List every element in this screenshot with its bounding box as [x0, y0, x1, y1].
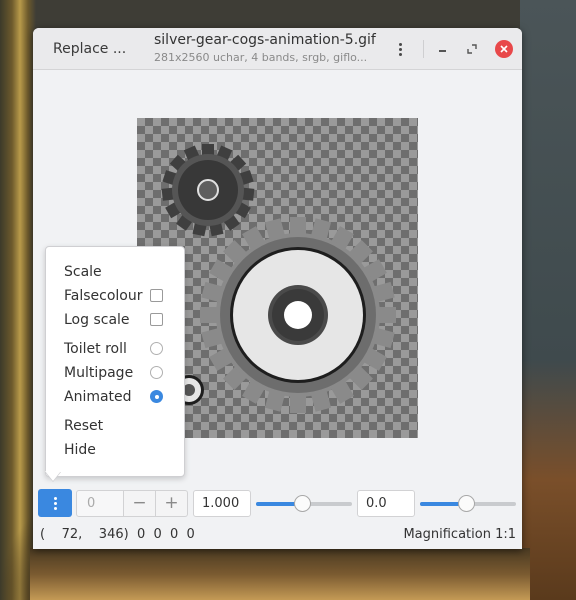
- large-light-gear: [200, 217, 396, 413]
- offset-slider-knob[interactable]: [458, 495, 476, 512]
- replace-button[interactable]: Replace ...: [43, 37, 136, 61]
- page-number-field[interactable]: 0: [76, 490, 124, 517]
- menu-item-hide[interactable]: Hide: [64, 441, 96, 459]
- animated-radio[interactable]: [150, 390, 163, 403]
- minimize-button[interactable]: [433, 40, 451, 58]
- titlebar: Replace ... silver-gear-cogs-animation-5…: [33, 28, 522, 70]
- offset-field[interactable]: 0.0: [357, 490, 415, 517]
- menu-item-toilet-roll[interactable]: Toilet roll: [64, 340, 127, 358]
- close-button[interactable]: [495, 40, 513, 58]
- toilet-roll-radio[interactable]: [150, 342, 163, 355]
- multipage-radio[interactable]: [150, 366, 163, 379]
- menu-item-scale[interactable]: Scale: [64, 263, 102, 281]
- pixel-coordinates-readout: ( 72, 346) 0 0 0 0: [40, 527, 195, 542]
- menu-item-reset[interactable]: Reset: [64, 417, 103, 435]
- scale-slider-knob[interactable]: [294, 495, 312, 512]
- menu-item-animated[interactable]: Animated: [64, 388, 132, 406]
- vertical-dots-icon: [53, 496, 57, 510]
- page-decrement-button[interactable]: −: [124, 490, 156, 517]
- minimize-icon: [438, 50, 446, 52]
- image-viewer-window: Replace ... silver-gear-cogs-animation-5…: [33, 28, 522, 549]
- window-title: silver-gear-cogs-animation-5.gif: [154, 32, 376, 48]
- menu-item-falsecolour[interactable]: Falsecolour: [64, 287, 143, 305]
- offset-slider[interactable]: [420, 490, 516, 517]
- titlebar-separator: [423, 40, 424, 58]
- maximize-icon: [467, 44, 477, 54]
- page-increment-button[interactable]: +: [156, 490, 188, 517]
- close-icon: [500, 45, 508, 53]
- view-menu-button[interactable]: [38, 489, 72, 517]
- menu-item-log-scale[interactable]: Log scale: [64, 311, 130, 329]
- popover-arrow: [45, 471, 61, 481]
- vertical-dots-icon: [398, 42, 402, 56]
- scale-slider[interactable]: [256, 490, 352, 517]
- desktop-background-right: [520, 0, 576, 600]
- magnification-label: Magnification 1:1: [403, 527, 516, 542]
- menu-item-multipage[interactable]: Multipage: [64, 364, 133, 382]
- scale-field[interactable]: 1.000: [193, 490, 251, 517]
- log-scale-checkbox[interactable]: [150, 313, 163, 326]
- title-menu-button[interactable]: [390, 38, 410, 60]
- maximize-button[interactable]: [463, 40, 481, 58]
- view-menu-popover: Scale Falsecolour Log scale Toilet roll …: [45, 246, 185, 477]
- small-dark-gear: [161, 144, 255, 237]
- desktop-background-bottom: [30, 548, 530, 600]
- window-subtitle: 281x2560 uchar, 4 bands, srgb, giflo...: [154, 51, 368, 64]
- falsecolour-checkbox[interactable]: [150, 289, 163, 302]
